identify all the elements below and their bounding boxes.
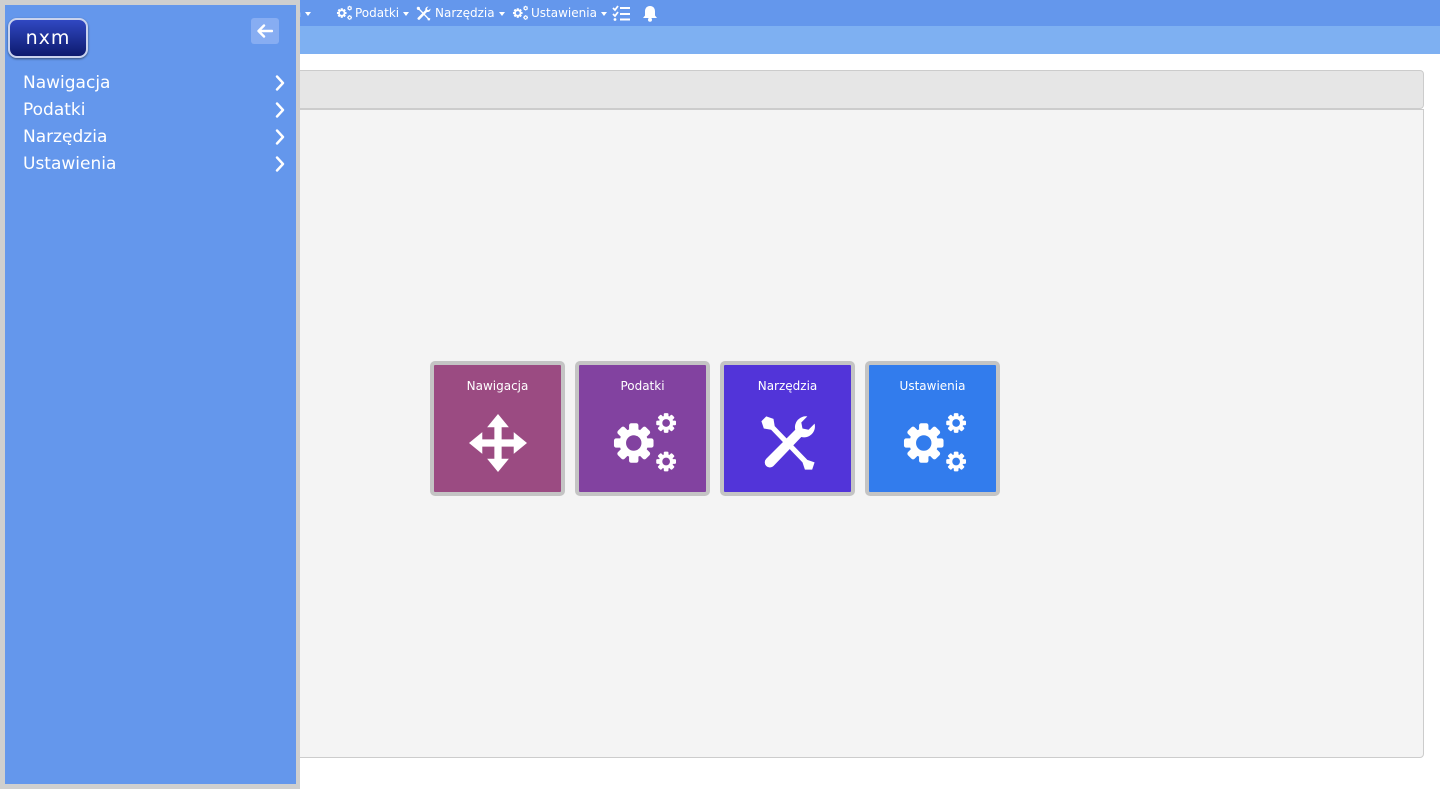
tasks-icon (612, 5, 630, 21)
sidebar-item-label: Nawigacja (23, 72, 111, 93)
tile-tools[interactable]: Narzędzia (720, 361, 855, 496)
sidebar-item-label: Narzędzia (23, 126, 108, 147)
caret-down-icon (305, 12, 312, 16)
tools-icon (416, 6, 431, 21)
notifications-button[interactable] (642, 0, 660, 26)
cogs-icon (511, 4, 529, 22)
breadcrumb (280, 70, 1424, 109)
bell-icon (643, 5, 657, 22)
sidebar-item-navigation[interactable]: Nawigacja (23, 69, 285, 96)
caret-down-icon (498, 12, 505, 16)
tools-icon (759, 414, 817, 472)
nav-menu-taxes-label: Podatki (355, 6, 400, 20)
arrow-left-icon (257, 24, 273, 38)
caret-down-icon (600, 12, 607, 16)
nav-menu-settings-label: Ustawienia (531, 6, 597, 20)
nav-menu-tools[interactable]: Narzędzia (416, 0, 505, 26)
cogs-icon (896, 406, 970, 480)
chevron-right-icon (275, 155, 285, 172)
tile-taxes[interactable]: Podatki (575, 361, 710, 496)
caret-down-icon (403, 12, 410, 16)
arrows-move-icon (469, 414, 527, 472)
cogs-icon (606, 406, 680, 480)
tasks-button[interactable] (612, 0, 632, 26)
logo[interactable]: nxm (8, 18, 88, 58)
tile-settings[interactable]: Ustawienia (865, 361, 1000, 496)
sidebar: nxm Nawigacja Podatki Narzędzia Ustawien… (0, 0, 300, 789)
tile-navigation-label: Nawigacja (466, 379, 529, 393)
sidebar-item-taxes[interactable]: Podatki (23, 96, 285, 123)
tile-tools-label: Narzędzia (757, 379, 818, 393)
chevron-right-icon (275, 101, 285, 118)
sidebar-item-tools[interactable]: Narzędzia (23, 123, 285, 150)
sidebar-item-settings[interactable]: Ustawienia (23, 150, 285, 177)
sidebar-item-label: Ustawienia (23, 153, 117, 174)
nav-menu-tools-label: Narzędzia (435, 6, 495, 20)
sidebar-item-label: Podatki (23, 99, 86, 120)
tile-navigation[interactable]: Nawigacja (430, 361, 565, 496)
tile-settings-label: Ustawienia (899, 379, 966, 393)
chevron-right-icon (275, 128, 285, 145)
nav-menu-settings[interactable]: Ustawienia (511, 0, 607, 26)
nav-menu-taxes[interactable]: Podatki (335, 0, 410, 26)
chevron-right-icon (275, 74, 285, 91)
sidebar-collapse-button[interactable] (251, 18, 279, 44)
tile-taxes-label: Podatki (620, 379, 665, 393)
cogs-icon (335, 4, 353, 22)
